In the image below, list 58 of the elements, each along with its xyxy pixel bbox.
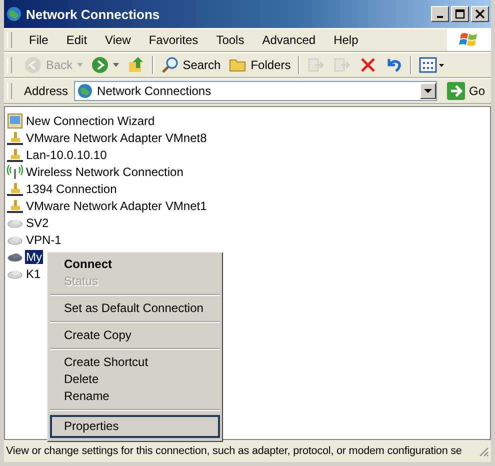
connection-item[interactable]: New Connection Wizard xyxy=(25,114,156,128)
copy-to-icon xyxy=(332,56,351,74)
close-icon xyxy=(475,9,485,19)
connection-item[interactable]: My xyxy=(25,250,43,264)
address-label: Address xyxy=(24,84,68,98)
globe-icon xyxy=(77,83,94,99)
close-button[interactable] xyxy=(471,6,489,22)
go-arrow-icon xyxy=(446,82,465,100)
connection-item[interactable]: K1 xyxy=(25,266,42,280)
folder-up-icon xyxy=(126,56,145,74)
status-text: View or change settings for this connection, such as adapter, protocol, or modem configuration se xyxy=(6,445,463,457)
context-menu-item[interactable]: Connect xyxy=(50,256,220,273)
network-cable-icon xyxy=(7,180,23,196)
context-menu-item[interactable]: Properties xyxy=(50,415,220,438)
connection-item[interactable]: VMware Network Adapter VMnet1 xyxy=(25,198,208,212)
connection-item[interactable]: VMware Network Adapter VMnet8 xyxy=(25,130,208,144)
context-menu-item[interactable]: Delete xyxy=(50,371,220,388)
connection-item[interactable]: VPN-1 xyxy=(25,232,62,246)
search-icon xyxy=(160,56,179,74)
maximize-icon xyxy=(455,9,465,19)
antenna-icon xyxy=(7,164,23,180)
connection-item[interactable]: 1394 Connection xyxy=(25,182,118,196)
folders-button[interactable]: Folders xyxy=(224,56,295,74)
network-cable-icon xyxy=(7,198,23,214)
menu-item[interactable]: Help xyxy=(324,33,368,47)
views-icon xyxy=(418,56,445,74)
context-menu-item[interactable]: Create Shortcut xyxy=(50,354,220,371)
search-button[interactable]: Search xyxy=(156,56,225,74)
network-cable-icon xyxy=(7,130,23,146)
globe-icon xyxy=(6,6,22,22)
menu-item[interactable]: Favorites xyxy=(140,33,208,47)
resize-grip-icon[interactable] xyxy=(477,445,489,457)
dropdown-arrow-icon xyxy=(76,63,83,67)
menu-item[interactable]: View xyxy=(96,33,140,47)
move-to-icon xyxy=(306,56,325,74)
context-menu-item[interactable]: Rename xyxy=(50,388,220,405)
dropdown-arrow-icon xyxy=(112,63,119,67)
address-field[interactable]: Network Connections xyxy=(74,81,437,101)
maximize-button[interactable] xyxy=(451,6,469,22)
go-button[interactable]: Go xyxy=(440,82,491,100)
window-title: Network Connections xyxy=(26,6,161,22)
menu-item[interactable]: File xyxy=(20,33,58,47)
connection-item[interactable]: Lan-10.0.10.10 xyxy=(25,148,108,162)
menu-item[interactable]: Tools xyxy=(207,33,254,47)
connection-item[interactable]: SV2 xyxy=(25,216,50,230)
menu-item[interactable]: Edit xyxy=(57,33,96,47)
delete-icon xyxy=(358,56,377,74)
context-menu-item[interactable]: Create Copy xyxy=(50,327,220,344)
dropdown-button[interactable] xyxy=(420,83,436,99)
context-menu-item[interactable]: Set as Default Connection xyxy=(50,300,220,317)
connection-item[interactable]: Wireless Network Connection xyxy=(25,164,184,178)
menu-item[interactable]: Advanced xyxy=(253,33,325,47)
undo-icon xyxy=(384,56,403,74)
minimize-icon xyxy=(437,16,443,18)
minimize-button[interactable] xyxy=(431,6,449,22)
caret-icon xyxy=(424,89,432,93)
wizard-icon xyxy=(7,112,23,128)
network-cable-icon xyxy=(7,146,23,162)
